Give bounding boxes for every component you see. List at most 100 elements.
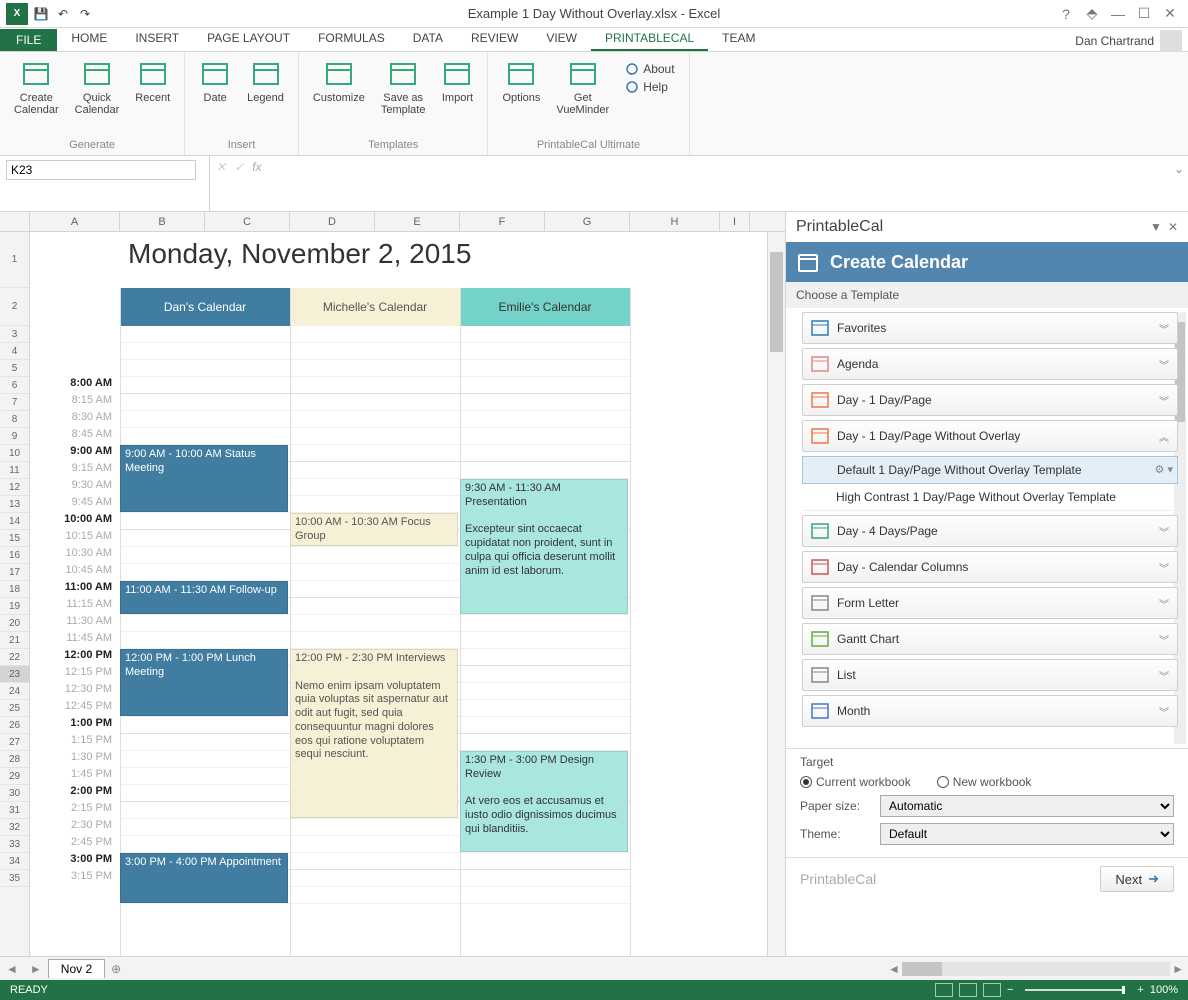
row-header-2[interactable]: 2 — [0, 288, 29, 326]
vertical-scrollbar[interactable] — [767, 232, 785, 956]
pane-close-icon[interactable]: ✕ — [1168, 220, 1178, 234]
template-month[interactable]: Month︾ — [802, 695, 1178, 727]
view-page-break-icon[interactable] — [983, 983, 1001, 997]
ribbon-btn-create[interactable]: Create Calendar — [8, 56, 65, 118]
row-header-29[interactable]: 29 — [0, 768, 29, 785]
col-header-D[interactable]: D — [290, 212, 375, 231]
minimize-icon[interactable]: — — [1106, 6, 1130, 22]
col-header-G[interactable]: G — [545, 212, 630, 231]
row-header-25[interactable]: 25 — [0, 700, 29, 717]
hscroll-left-icon[interactable]: ◄ — [888, 962, 900, 976]
row-header-19[interactable]: 19 — [0, 598, 29, 615]
row-header-14[interactable]: 14 — [0, 513, 29, 530]
next-button[interactable]: Next ➜ — [1100, 866, 1174, 892]
row-header-6[interactable]: 6 — [0, 377, 29, 394]
col-header-H[interactable]: H — [630, 212, 720, 231]
user-area[interactable]: Dan Chartrand — [1075, 30, 1182, 52]
name-box[interactable] — [0, 156, 210, 211]
menu-printablecal[interactable]: PRINTABLECAL — [591, 27, 708, 51]
calendar-event[interactable]: 12:00 PM - 1:00 PM Lunch Meeting — [120, 649, 288, 716]
view-page-layout-icon[interactable] — [959, 983, 977, 997]
template-day-calendar-columns[interactable]: Day - Calendar Columns︾ — [802, 551, 1178, 583]
row-header-33[interactable]: 33 — [0, 836, 29, 853]
radio-current-workbook[interactable]: Current workbook — [800, 775, 911, 789]
grid[interactable]: Monday, November 2, 2015Dan's CalendarMi… — [120, 232, 767, 956]
calendar-event[interactable]: 10:00 AM - 10:30 AM Focus Group — [290, 513, 458, 546]
ribbon-btn-save-as[interactable]: Save as Template — [375, 56, 432, 118]
col-header-I[interactable]: I — [720, 212, 750, 231]
undo-icon[interactable]: ↶ — [54, 5, 72, 23]
expand-formula-icon[interactable]: ⌄ — [1170, 156, 1188, 211]
ribbon-btn-legend[interactable]: Legend — [241, 56, 290, 106]
menu-insert[interactable]: INSERT — [121, 27, 193, 51]
calendar-event[interactable]: 1:30 PM - 3:00 PM Design Review At vero … — [460, 751, 628, 852]
hscroll-right-icon[interactable]: ► — [1172, 962, 1184, 976]
menu-data[interactable]: DATA — [399, 27, 457, 51]
row-header-34[interactable]: 34 — [0, 853, 29, 870]
ribbon-about-button[interactable]: About — [619, 60, 680, 78]
calendar-event[interactable]: 11:00 AM - 11:30 AM Follow-up — [120, 581, 288, 614]
gear-icon[interactable]: ⚙ ▾ — [1155, 463, 1173, 476]
ribbon-btn-customize[interactable]: Customize — [307, 56, 371, 118]
tab-nav-prev-icon[interactable]: ◄ — [0, 962, 24, 976]
menu-page-layout[interactable]: PAGE LAYOUT — [193, 27, 304, 51]
row-header-30[interactable]: 30 — [0, 785, 29, 802]
row-header-7[interactable]: 7 — [0, 394, 29, 411]
menu-home[interactable]: HOME — [57, 27, 121, 51]
row-header-26[interactable]: 26 — [0, 717, 29, 734]
row-header-22[interactable]: 22 — [0, 649, 29, 666]
template-day-1-day-page-without-overlay[interactable]: Day - 1 Day/Page Without Overlay︽ — [802, 420, 1178, 452]
row-header-21[interactable]: 21 — [0, 632, 29, 649]
template-agenda[interactable]: Agenda︾ — [802, 348, 1178, 380]
template-form-letter[interactable]: Form Letter︾ — [802, 587, 1178, 619]
row-header-17[interactable]: 17 — [0, 564, 29, 581]
col-header-C[interactable]: C — [205, 212, 290, 231]
ribbon-btn-get[interactable]: Get VueMinder — [550, 56, 615, 118]
row-header-16[interactable]: 16 — [0, 547, 29, 564]
row-header-3[interactable]: 3 — [0, 326, 29, 343]
row-header-8[interactable]: 8 — [0, 411, 29, 428]
row-header-15[interactable]: 15 — [0, 530, 29, 547]
fx-icon[interactable]: fx — [252, 160, 261, 174]
template-list[interactable]: List︾ — [802, 659, 1178, 691]
template-child[interactable]: High Contrast 1 Day/Page Without Overlay… — [802, 484, 1178, 511]
file-tab[interactable]: FILE — [0, 29, 57, 51]
ribbon-btn-import[interactable]: Import — [435, 56, 479, 118]
enter-icon[interactable]: ✓ — [234, 160, 244, 174]
select-all-corner[interactable] — [0, 212, 30, 231]
row-header-28[interactable]: 28 — [0, 751, 29, 768]
calendar-event[interactable]: 12:00 PM - 2:30 PM Interviews Nemo enim … — [290, 649, 458, 818]
row-header-31[interactable]: 31 — [0, 802, 29, 819]
row-header-35[interactable]: 35 — [0, 870, 29, 887]
calendar-event[interactable]: 9:00 AM - 10:00 AM Status Meeting — [120, 445, 288, 512]
template-day-1-day-page[interactable]: Day - 1 Day/Page︾ — [802, 384, 1178, 416]
ribbon-btn-options[interactable]: Options — [496, 56, 546, 118]
tab-nav-next-icon[interactable]: ► — [24, 962, 48, 976]
row-header-9[interactable]: 9 — [0, 428, 29, 445]
template-favorites[interactable]: Favorites︾ — [802, 312, 1178, 344]
template-child[interactable]: Default 1 Day/Page Without Overlay Templ… — [802, 456, 1178, 484]
row-header-32[interactable]: 32 — [0, 819, 29, 836]
col-header-F[interactable]: F — [460, 212, 545, 231]
row-header-11[interactable]: 11 — [0, 462, 29, 479]
menu-review[interactable]: REVIEW — [457, 27, 532, 51]
row-header-1[interactable]: 1 — [0, 232, 29, 288]
calendar-event[interactable]: 9:30 AM - 11:30 AM Presentation Excepteu… — [460, 479, 628, 614]
help-icon[interactable]: ? — [1054, 6, 1078, 22]
row-header-12[interactable]: 12 — [0, 479, 29, 496]
row-header-10[interactable]: 10 — [0, 445, 29, 462]
row-header-18[interactable]: 18 — [0, 581, 29, 598]
close-icon[interactable]: ✕ — [1158, 5, 1182, 22]
menu-formulas[interactable]: FORMULAS — [304, 27, 399, 51]
col-header-B[interactable]: B — [120, 212, 205, 231]
ribbon-options-icon[interactable]: ⬘ — [1080, 5, 1104, 22]
template-day-4-days-page[interactable]: Day - 4 Days/Page︾ — [802, 515, 1178, 547]
horizontal-scrollbar[interactable] — [902, 962, 1170, 976]
row-header-5[interactable]: 5 — [0, 360, 29, 377]
zoom-in-icon[interactable]: + — [1137, 984, 1143, 996]
template-gantt-chart[interactable]: Gantt Chart︾ — [802, 623, 1178, 655]
sheet-tab[interactable]: Nov 2 — [48, 959, 105, 978]
cancel-icon[interactable]: ✕ — [216, 160, 226, 174]
col-header-E[interactable]: E — [375, 212, 460, 231]
zoom-slider[interactable] — [1025, 989, 1125, 991]
